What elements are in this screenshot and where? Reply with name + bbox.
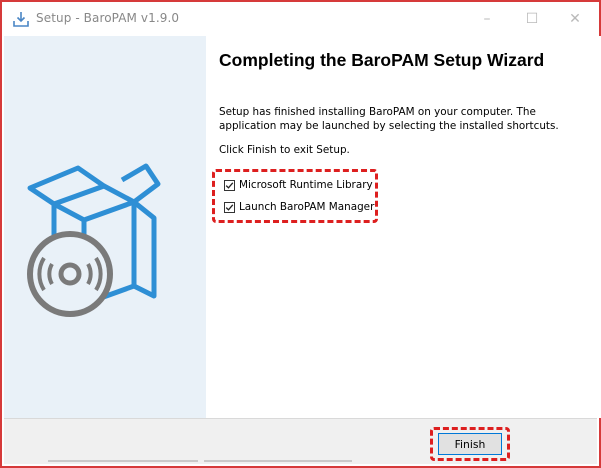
window-title: Setup - BaroPAM v1.9.0 bbox=[36, 11, 180, 25]
wizard-footer: Finish bbox=[4, 419, 597, 464]
wizard-side-panel bbox=[4, 36, 206, 418]
finish-button-highlight: Finish bbox=[430, 427, 510, 461]
runtime-library-label: Microsoft Runtime Library bbox=[239, 179, 373, 191]
footer-edge-mark bbox=[204, 460, 352, 462]
close-button[interactable]: ✕ bbox=[564, 8, 586, 30]
title-bar[interactable]: Setup - BaroPAM v1.9.0 – ☐ ✕ bbox=[2, 2, 599, 36]
option-runtime-library[interactable]: Microsoft Runtime Library bbox=[224, 179, 373, 191]
setup-download-icon bbox=[12, 10, 30, 28]
wizard-content: Completing the BaroPAM Setup Wizard Setu… bbox=[206, 36, 601, 418]
launch-manager-checkbox[interactable] bbox=[224, 201, 235, 213]
setup-window: Setup - BaroPAM v1.9.0 – ☐ ✕ Completing … bbox=[0, 0, 601, 468]
finish-instruction: Click Finish to exit Setup. bbox=[219, 144, 350, 156]
check-icon bbox=[225, 203, 234, 211]
page-title: Completing the BaroPAM Setup Wizard bbox=[219, 50, 545, 70]
software-box-disc-icon bbox=[27, 163, 161, 317]
footer-edge-mark bbox=[48, 460, 198, 462]
completion-message: Setup has finished installing BaroPAM on… bbox=[219, 106, 559, 132]
maximize-button[interactable]: ☐ bbox=[521, 8, 543, 30]
check-icon bbox=[225, 181, 234, 189]
finish-button[interactable]: Finish bbox=[438, 433, 502, 455]
runtime-library-checkbox[interactable] bbox=[224, 179, 235, 191]
minimize-button[interactable]: – bbox=[476, 8, 498, 30]
option-launch-manager[interactable]: Launch BaroPAM Manager bbox=[224, 201, 374, 213]
launch-options-group: Microsoft Runtime Library Launch BaroPAM… bbox=[212, 169, 378, 223]
launch-manager-label: Launch BaroPAM Manager bbox=[239, 201, 375, 213]
